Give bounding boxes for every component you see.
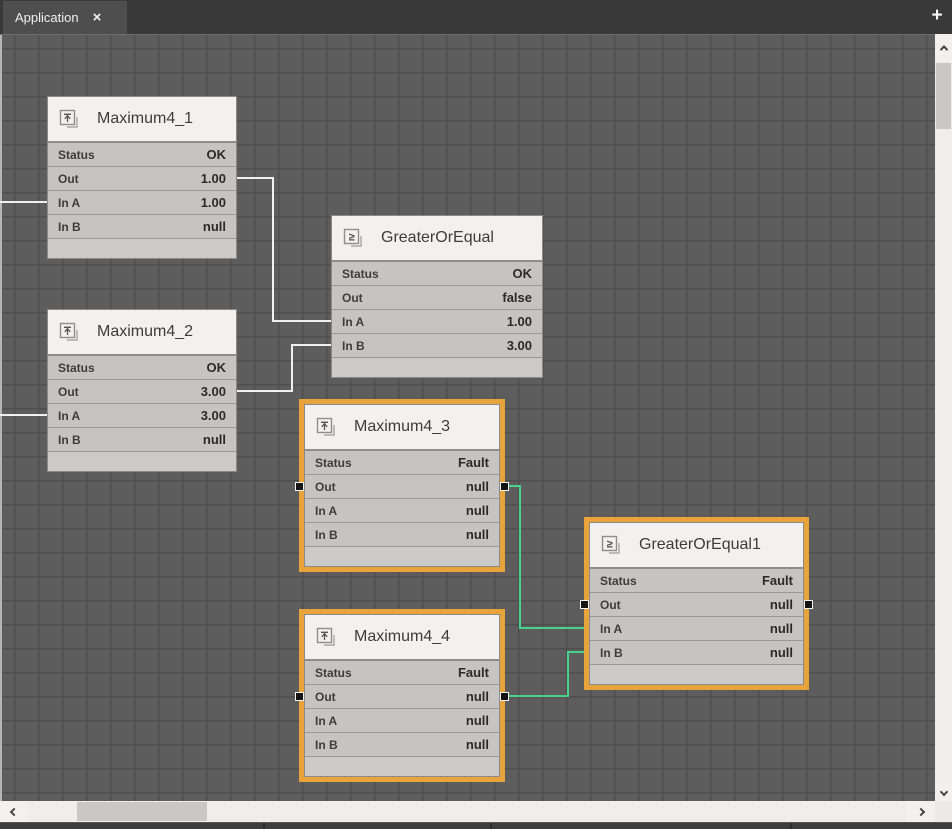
out-port-handle-right[interactable] <box>500 482 509 491</box>
node-footer <box>305 757 499 776</box>
node-title: Maximum4_2 <box>97 323 193 341</box>
node-header: Maximum4_2 <box>48 310 236 356</box>
out-port-handle-right[interactable] <box>804 600 813 609</box>
port-row-in-b[interactable]: In Bnull <box>48 215 236 239</box>
node-greaterorequal1[interactable]: ≥ GreaterOrEqual1 StatusFault Outnull In… <box>589 522 804 685</box>
port-row-status[interactable]: StatusOK <box>48 143 236 167</box>
port-row-status[interactable]: StatusFault <box>305 451 499 475</box>
port-row-out[interactable]: Outnull <box>305 685 499 709</box>
node-header: ≥ GreaterOrEqual <box>332 216 542 262</box>
port-row-in-a[interactable]: In Anull <box>305 709 499 733</box>
tab-application[interactable]: Application × <box>3 1 127 34</box>
node-title: GreaterOrEqual1 <box>639 536 761 554</box>
node-footer <box>590 665 803 684</box>
svg-text:≥: ≥ <box>349 232 355 244</box>
port-row-in-b[interactable]: In Bnull <box>48 428 236 452</box>
maximum-icon <box>59 109 81 129</box>
port-row-out[interactable]: Outnull <box>590 593 803 617</box>
status-value: OK <box>207 360 227 375</box>
port-row-status[interactable]: StatusOK <box>332 262 542 286</box>
chevron-left-icon <box>10 807 18 815</box>
node-footer <box>332 358 542 377</box>
chevron-down-icon <box>939 788 947 796</box>
horizontal-scrollbar[interactable] <box>0 801 935 822</box>
node-maximum4-3[interactable]: Maximum4_3 StatusFault Outnull In Anull … <box>304 404 500 567</box>
tab-label: Application <box>15 10 79 25</box>
out-port-handle-left[interactable] <box>295 482 304 491</box>
port-row-status[interactable]: StatusFault <box>590 569 803 593</box>
out-port-handle-right[interactable] <box>500 692 509 701</box>
greater-or-equal-icon: ≥ <box>601 535 623 555</box>
bottom-panel-edge <box>0 822 952 829</box>
wire-maximum4-4-to-gte1-inb[interactable] <box>500 652 589 696</box>
maximum-icon <box>316 627 338 647</box>
status-value: Fault <box>458 455 489 470</box>
port-row-in-b[interactable]: In B3.00 <box>332 334 542 358</box>
port-row-in-a[interactable]: In A3.00 <box>48 404 236 428</box>
scrollbar-corner <box>935 801 952 822</box>
port-row-in-a[interactable]: In A1.00 <box>332 310 542 334</box>
diagram-canvas[interactable]: Maximum4_1 StatusOK Out1.00 In A1.00 In … <box>0 34 935 801</box>
svg-text:≥: ≥ <box>607 539 613 551</box>
node-greaterorequal[interactable]: ≥ GreaterOrEqual StatusOK Outfalse In A1… <box>331 215 543 378</box>
scroll-left-button[interactable] <box>0 801 28 822</box>
application-window: Application × + Maximum4_1 <box>0 0 952 829</box>
status-value: OK <box>513 266 533 281</box>
node-header: Maximum4_3 <box>305 405 499 451</box>
status-value: OK <box>207 147 227 162</box>
vertical-scrollbar[interactable] <box>935 34 952 801</box>
scroll-down-button[interactable] <box>935 783 952 801</box>
port-row-out[interactable]: Outnull <box>305 475 499 499</box>
node-title: Maximum4_3 <box>354 418 450 436</box>
scroll-up-button[interactable] <box>935 34 952 62</box>
port-row-status[interactable]: StatusFault <box>305 661 499 685</box>
port-row-in-b[interactable]: In Bnull <box>305 523 499 547</box>
node-title: Maximum4_1 <box>97 110 193 128</box>
chevron-right-icon <box>917 807 925 815</box>
node-header: Maximum4_4 <box>305 615 499 661</box>
close-icon[interactable]: × <box>93 10 102 25</box>
port-row-in-a[interactable]: In A1.00 <box>48 191 236 215</box>
node-maximum4-1[interactable]: Maximum4_1 StatusOK Out1.00 In A1.00 In … <box>47 96 237 259</box>
add-tab-button[interactable]: + <box>926 3 948 29</box>
maximum-icon <box>316 417 338 437</box>
scroll-right-button[interactable] <box>907 801 935 822</box>
divider <box>490 823 492 829</box>
out-port-handle-left[interactable] <box>295 692 304 701</box>
port-row-in-b[interactable]: In Bnull <box>305 733 499 757</box>
chevron-up-icon <box>939 45 947 53</box>
node-maximum4-2[interactable]: Maximum4_2 StatusOK Out3.00 In A3.00 In … <box>47 309 237 472</box>
divider <box>263 823 265 829</box>
node-maximum4-4[interactable]: Maximum4_4 StatusFault Outnull In Anull … <box>304 614 500 777</box>
status-value: Fault <box>458 665 489 680</box>
node-footer <box>48 452 236 471</box>
port-row-status[interactable]: StatusOK <box>48 356 236 380</box>
node-title: Maximum4_4 <box>354 628 450 646</box>
port-row-out[interactable]: Out1.00 <box>48 167 236 191</box>
port-row-in-a[interactable]: In Anull <box>590 617 803 641</box>
node-title: GreaterOrEqual <box>381 229 494 247</box>
wire-maximum4-1-to-gte-ina[interactable] <box>237 178 331 321</box>
divider <box>790 823 792 829</box>
maximum-icon <box>59 322 81 342</box>
out-port-handle-left[interactable] <box>580 600 589 609</box>
node-footer <box>305 547 499 566</box>
port-row-out[interactable]: Out3.00 <box>48 380 236 404</box>
port-row-in-b[interactable]: In Bnull <box>590 641 803 665</box>
node-header: ≥ GreaterOrEqual1 <box>590 523 803 569</box>
horizontal-scrollbar-thumb[interactable] <box>77 802 207 821</box>
status-value: Fault <box>762 573 793 588</box>
wire-maximum4-2-to-gte-inb[interactable] <box>237 345 331 391</box>
tab-bar: Application × + <box>0 0 952 34</box>
vertical-scrollbar-thumb[interactable] <box>936 63 951 129</box>
port-row-out[interactable]: Outfalse <box>332 286 542 310</box>
greater-or-equal-icon: ≥ <box>343 228 365 248</box>
node-footer <box>48 239 236 258</box>
node-header: Maximum4_1 <box>48 97 236 143</box>
wire-maximum4-3-to-gte1-ina[interactable] <box>500 486 589 628</box>
port-row-in-a[interactable]: In Anull <box>305 499 499 523</box>
